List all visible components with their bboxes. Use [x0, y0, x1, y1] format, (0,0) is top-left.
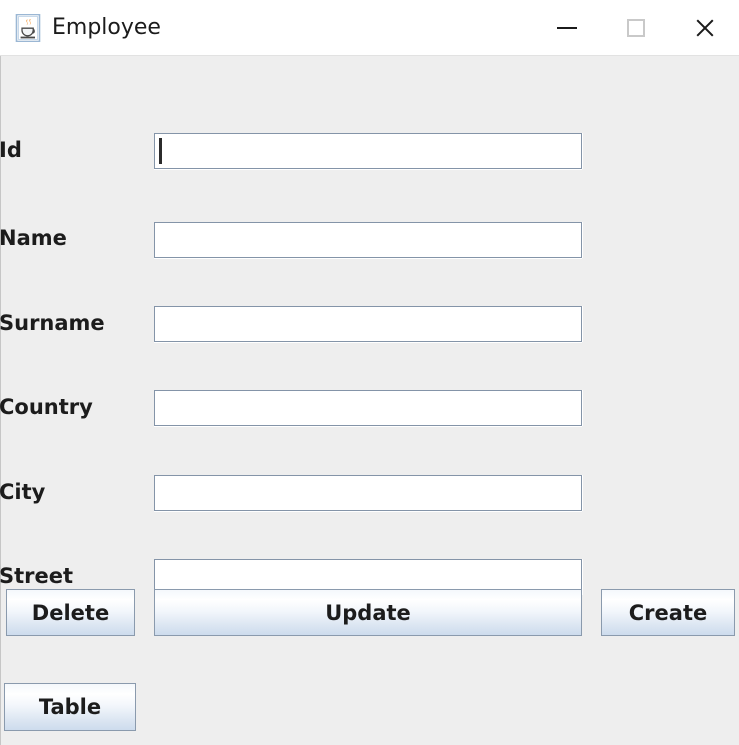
text-caret [159, 138, 162, 164]
form-panel: Id Name Surname Country City Street Dele… [0, 56, 739, 745]
java-coffee-cup-icon [15, 13, 41, 43]
input-country[interactable] [154, 390, 582, 426]
label-id: Id [0, 138, 22, 162]
table-button[interactable]: Table [4, 683, 136, 731]
minimize-button[interactable] [532, 0, 601, 55]
label-country: Country [0, 395, 93, 419]
label-street: Street [0, 564, 74, 588]
employee-window: Employee Id Name Surname Country City St… [0, 0, 739, 745]
update-button[interactable]: Update [154, 589, 582, 636]
minimize-icon [556, 26, 577, 29]
label-city: City [0, 480, 46, 504]
create-button[interactable]: Create [601, 589, 735, 636]
input-city[interactable] [154, 475, 582, 511]
delete-button[interactable]: Delete [6, 589, 135, 636]
window-title: Employee [52, 15, 161, 40]
input-name[interactable] [154, 222, 582, 258]
close-button[interactable] [670, 0, 739, 55]
maximize-button[interactable] [601, 0, 670, 55]
close-icon [694, 17, 716, 39]
label-surname: Surname [0, 311, 105, 335]
maximize-icon [626, 18, 645, 37]
title-bar: Employee [0, 0, 739, 56]
label-name: Name [0, 226, 67, 250]
input-id[interactable] [154, 133, 582, 169]
input-surname[interactable] [154, 306, 582, 342]
window-controls [532, 0, 739, 55]
